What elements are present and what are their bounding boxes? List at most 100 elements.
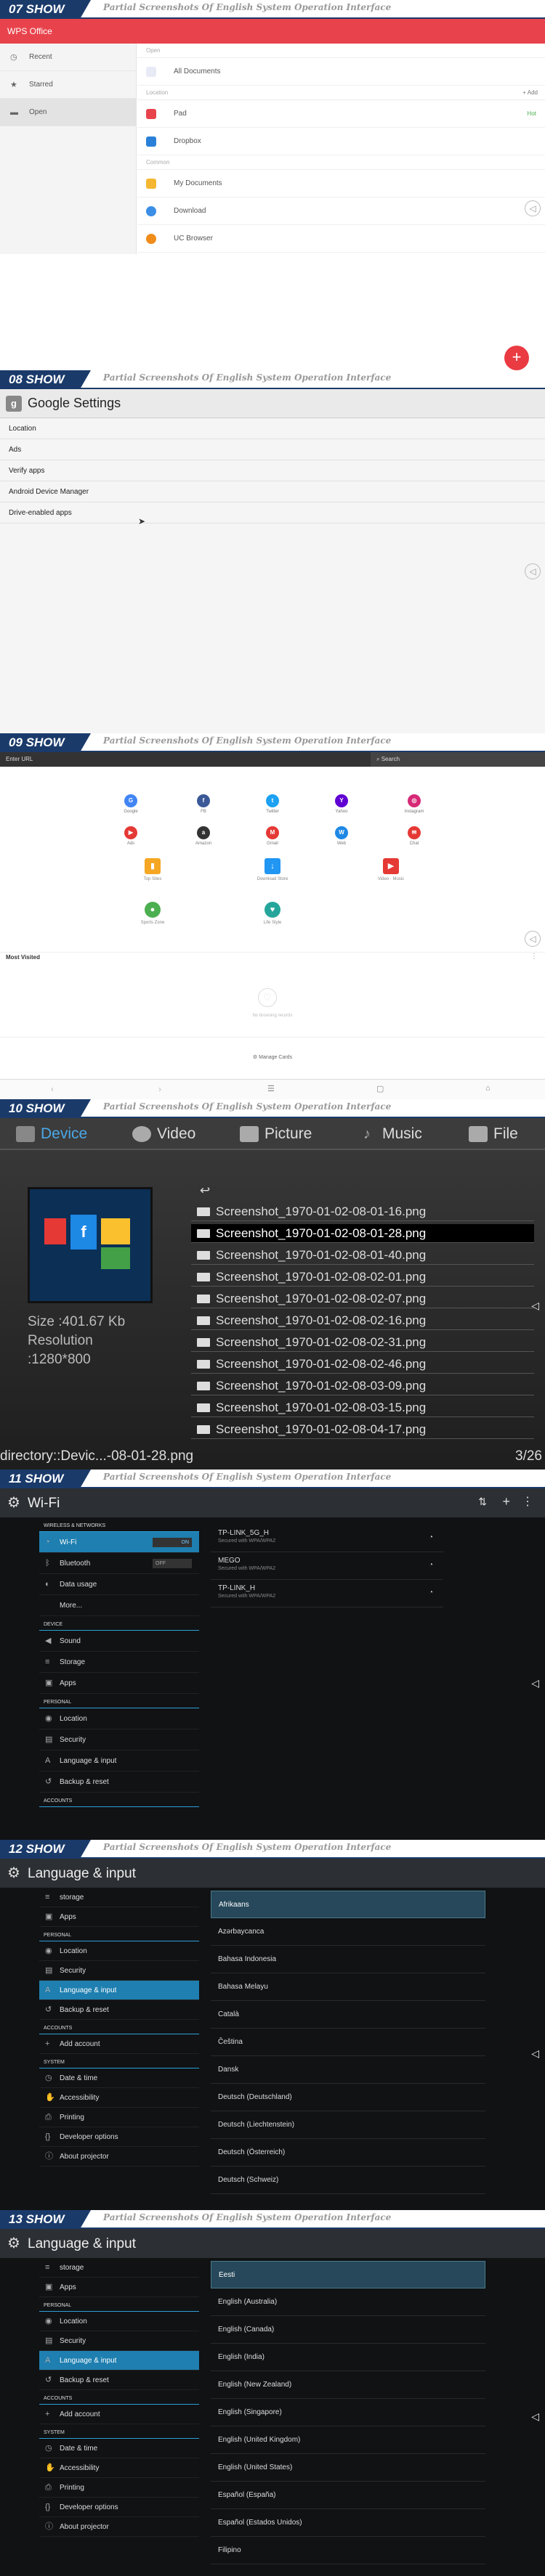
back-folder-icon[interactable]: ↩: [200, 1183, 210, 1198]
add-network-icon[interactable]: +: [502, 1494, 510, 1509]
add-location-button[interactable]: + Add: [522, 86, 538, 100]
sidebar-item-security[interactable]: ▤ Security: [39, 1729, 199, 1750]
file-row[interactable]: Screenshot_1970-01-02-08-03-15.png: [191, 1398, 534, 1417]
more-icon[interactable]: ⋮: [530, 953, 538, 961]
download-item[interactable]: Download: [137, 197, 545, 225]
category-tile[interactable]: ↓ Download Store: [240, 858, 305, 881]
file-row[interactable]: Screenshot_1970-01-02-08-02-07.png: [191, 1289, 534, 1308]
category-tile[interactable]: ▶ Video · Music: [358, 858, 424, 881]
setting-verify-apps[interactable]: Verify apps: [0, 460, 545, 481]
sidebar-item-apps[interactable]: ▣ Apps: [39, 2278, 199, 2297]
sidebar-item-add-account[interactable]: + Add account: [39, 2405, 199, 2424]
sidebar-item-backup[interactable]: ↺ Backup & reset: [39, 1772, 199, 1793]
sidebar-item-security[interactable]: ▤ Security: [39, 2331, 199, 2351]
language-option[interactable]: English (Singapore): [211, 2399, 485, 2426]
add-fab-button[interactable]: +: [504, 346, 529, 370]
sidebar-item-backup-reset[interactable]: ↺ Backup & reset: [39, 2000, 199, 2020]
tab-video[interactable]: Video: [132, 1118, 195, 1150]
sidebar-item-date-time[interactable]: ◷ Date & time: [39, 2068, 199, 2088]
setting-drive-apps[interactable]: Drive-enabled apps: [0, 502, 545, 523]
setting-location[interactable]: Location: [0, 418, 545, 439]
back-triangle-icon[interactable]: ◁: [531, 2047, 539, 2060]
file-row[interactable]: Screenshot_1970-01-02-08-02-31.png: [191, 1333, 534, 1352]
network-row[interactable]: TP-LINK_H Secured with WPA/WPA2 ◔: [211, 1580, 443, 1607]
file-row[interactable]: Screenshot_1970-01-02-08-01-16.png: [191, 1202, 534, 1221]
overflow-menu-icon[interactable]: ⋮: [522, 1494, 533, 1509]
file-row[interactable]: Screenshot_1970-01-02-08-04-17.png: [191, 1420, 534, 1439]
shortcut-yahoo[interactable]: Y Yahoo: [320, 794, 363, 814]
sidebar-item-date-time[interactable]: ◷ Date & time: [39, 2439, 199, 2458]
file-row[interactable]: Screenshot_1970-01-02-08-01-28.png: [191, 1224, 534, 1243]
tab-device[interactable]: Device: [16, 1118, 87, 1150]
sidebar-item-developer-options[interactable]: {} Developer options: [39, 2498, 199, 2517]
language-option[interactable]: English (Australia): [211, 2288, 485, 2316]
sidebar-item-about-projector[interactable]: ⓘ About projector: [39, 2517, 199, 2537]
category-tile[interactable]: ● Sports Zone: [120, 902, 185, 925]
sidebar-item-location[interactable]: ◉ Location: [39, 2312, 199, 2331]
language-option[interactable]: English (New Zealand): [211, 2371, 485, 2399]
back-icon[interactable]: ‹: [51, 1084, 54, 1094]
sidebar-item-developer-options[interactable]: {} Developer options: [39, 2127, 199, 2147]
sidebar-item-location[interactable]: ◉ Location: [39, 1708, 199, 1729]
sidebar-item-storage[interactable]: ≡ storage: [39, 2258, 199, 2278]
shortcut-twitter[interactable]: t Twitter: [251, 794, 294, 814]
language-option[interactable]: Eesti: [211, 2261, 485, 2288]
shortcut-google[interactable]: G Google: [109, 794, 153, 814]
forward-icon[interactable]: ›: [158, 1084, 161, 1094]
file-row[interactable]: Screenshot_1970-01-02-08-01-40.png: [191, 1246, 534, 1265]
category-tile[interactable]: ♥ Life Style: [240, 902, 305, 925]
shortcut-instagram[interactable]: ◎ Instagram: [392, 794, 436, 814]
language-option[interactable]: English (Canada): [211, 2316, 485, 2344]
wps-push-icon[interactable]: ⇅: [478, 1496, 487, 1508]
language-option[interactable]: Deutsch (Österreich): [211, 2139, 485, 2167]
sidebar-item-accessibility[interactable]: ✋ Accessibility: [39, 2088, 199, 2108]
shortcut-web[interactable]: W Web: [320, 826, 363, 846]
file-row[interactable]: Screenshot_1970-01-02-08-02-46.png: [191, 1355, 534, 1374]
language-option[interactable]: Deutsch (Deutschland): [211, 2084, 485, 2111]
file-row[interactable]: Screenshot_1970-01-02-08-02-16.png: [191, 1311, 534, 1330]
language-option[interactable]: Deutsch (Liechtenstein): [211, 2111, 485, 2139]
language-option[interactable]: Español (España): [211, 2482, 485, 2509]
sidebar-item-language[interactable]: A Language & input: [39, 1750, 199, 1772]
tab-music[interactable]: ♪ Music: [358, 1118, 422, 1150]
shortcut-chat[interactable]: ✉ Chat: [392, 826, 436, 846]
setting-device-manager[interactable]: Android Device Manager: [0, 481, 545, 502]
url-bar[interactable]: Enter URL ⌕ Search: [0, 752, 545, 767]
sidebar-item-language-input[interactable]: A Language & input: [39, 1981, 199, 2000]
back-triangle-icon[interactable]: ◁: [531, 1677, 539, 1690]
all-documents-item[interactable]: All Documents: [137, 58, 545, 86]
network-row[interactable]: MEGO Secured with WPA/WPA2 ◔: [211, 1552, 443, 1580]
tab-picture[interactable]: Picture: [240, 1118, 312, 1150]
floating-back-icon[interactable]: ◁: [525, 931, 541, 947]
language-option[interactable]: English (India): [211, 2344, 485, 2371]
sidebar-item-add-account[interactable]: + Add account: [39, 2034, 199, 2054]
bluetooth-toggle[interactable]: OFF: [153, 1559, 192, 1568]
sidebar-item-about-projector[interactable]: ⓘ About projector: [39, 2147, 199, 2167]
shortcut-ads[interactable]: ▶ Ads: [109, 826, 153, 846]
sidebar-item-recent[interactable]: ◷ Recent: [0, 44, 136, 71]
network-row[interactable]: TP-LINK_5G_H Secured with WPA/WPA2 ◔: [211, 1525, 443, 1552]
sidebar-item-data-usage[interactable]: ◐ Data usage: [39, 1574, 199, 1595]
wifi-toggle[interactable]: ON: [153, 1538, 192, 1547]
language-option[interactable]: Català: [211, 2001, 485, 2029]
sidebar-item-printing[interactable]: ⎙ Printing: [39, 2478, 199, 2498]
language-option[interactable]: Deutsch (Schweiz): [211, 2167, 485, 2194]
sidebar-item-bluetooth[interactable]: ᛒ Bluetooth OFF: [39, 1553, 199, 1574]
language-option[interactable]: Filipino: [211, 2537, 485, 2564]
sidebar-item-location[interactable]: ◉ Location: [39, 1941, 199, 1961]
uc-browser-item[interactable]: UC Browser: [137, 225, 545, 253]
setting-ads[interactable]: Ads: [0, 439, 545, 460]
shortcut-amazon[interactable]: a Amazon: [182, 826, 225, 846]
sidebar-item-language-input[interactable]: A Language & input: [39, 2351, 199, 2371]
language-option[interactable]: Afrikaans: [211, 1891, 485, 1918]
floating-back-icon[interactable]: ◁: [525, 200, 541, 216]
back-triangle-icon[interactable]: ◁: [531, 2410, 539, 2423]
language-option[interactable]: Azərbaycanca: [211, 1918, 485, 1946]
sidebar-item-security[interactable]: ▤ Security: [39, 1961, 199, 1981]
my-documents-item[interactable]: My Documents: [137, 170, 545, 197]
url-input[interactable]: Enter URL: [6, 756, 33, 762]
sidebar-item-sound[interactable]: ◀ Sound: [39, 1631, 199, 1652]
sidebar-item-printing[interactable]: ⎙ Printing: [39, 2108, 199, 2127]
dropbox-item[interactable]: Dropbox: [137, 128, 545, 155]
sidebar-item-accessibility[interactable]: ✋ Accessibility: [39, 2458, 199, 2478]
